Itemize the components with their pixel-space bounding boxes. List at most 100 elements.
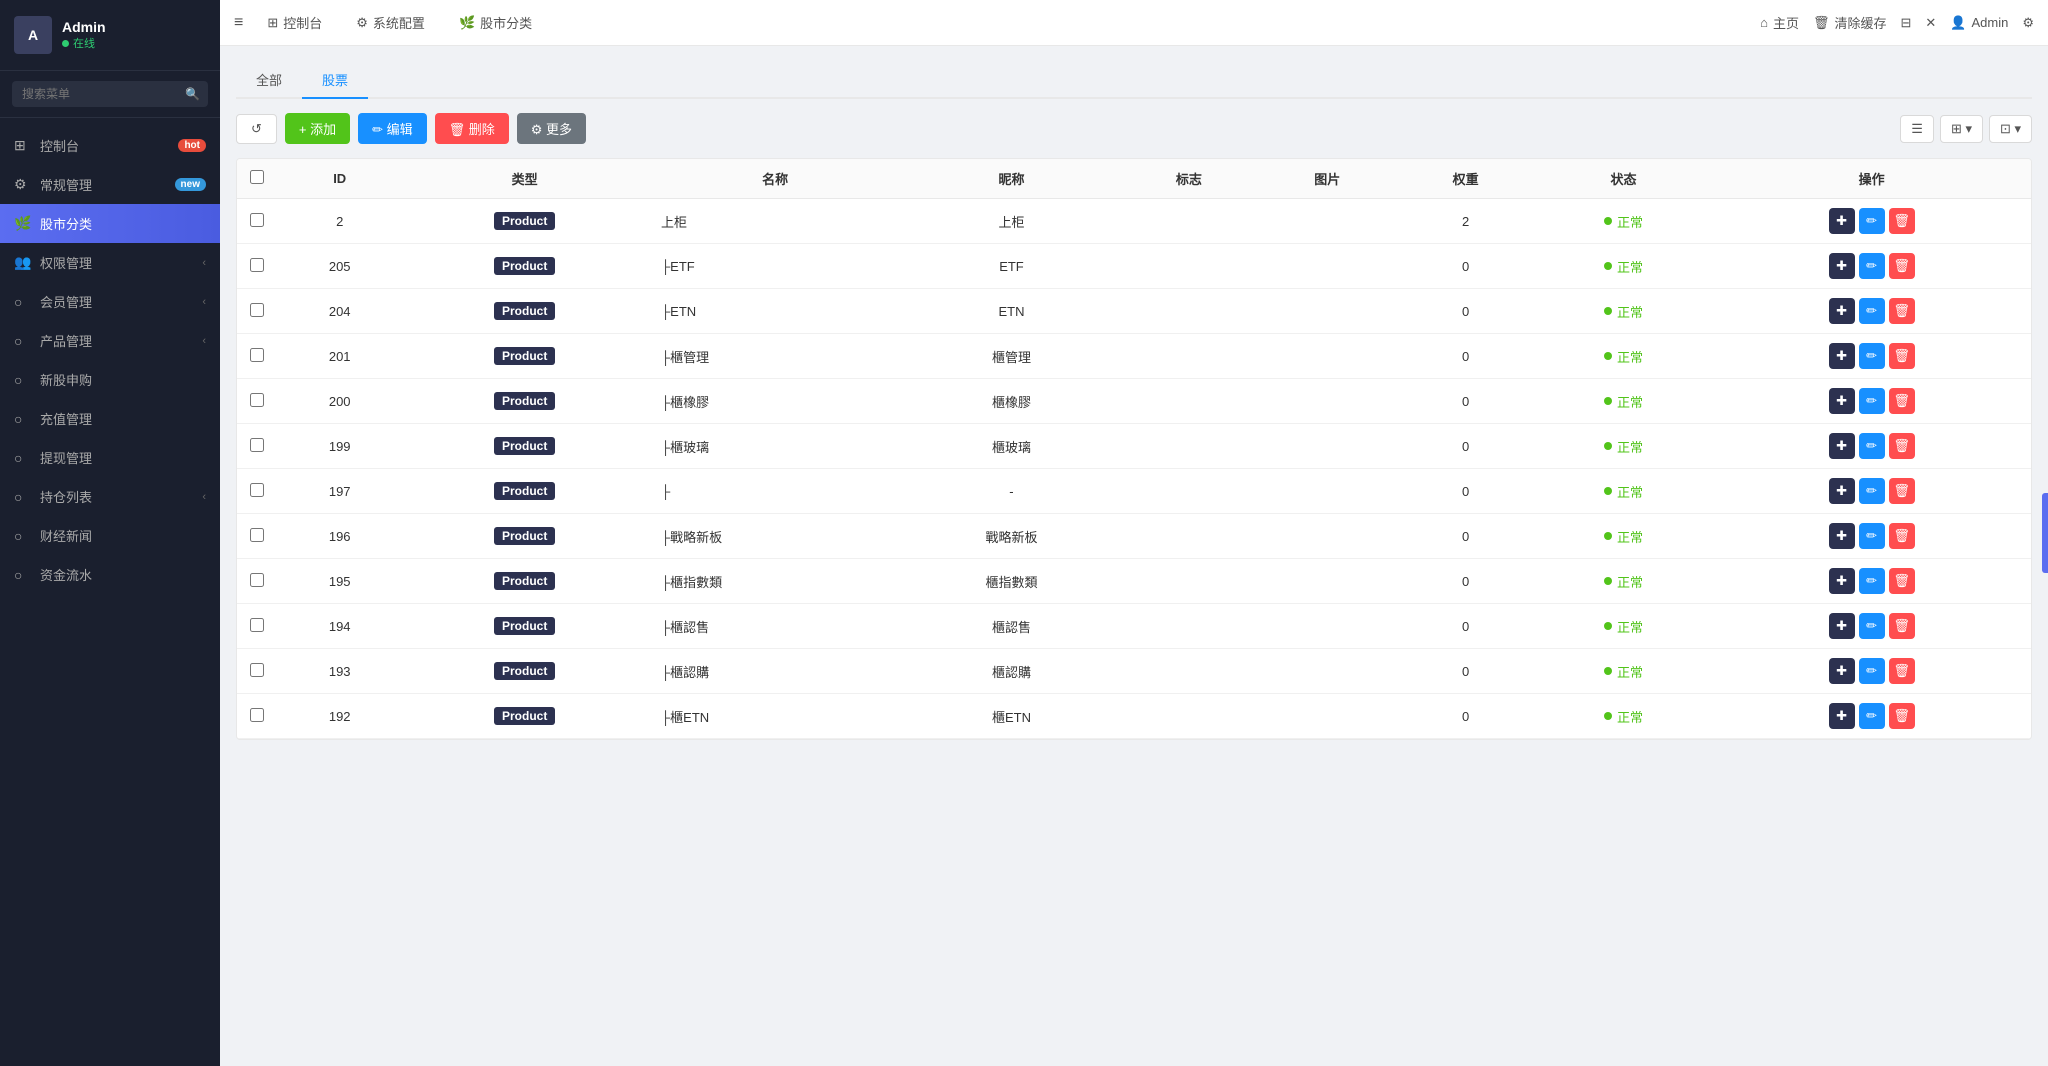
user-nav-item[interactable]: 👤 Admin [1950,15,2008,31]
row-id: 204 [277,289,402,334]
row-add-button[interactable]: ✚ [1829,388,1855,414]
row-checkbox[interactable] [250,528,264,542]
row-delete-button[interactable]: 🗑 [1889,253,1915,279]
screen-nav-item[interactable]: ⊟ [1900,15,1911,31]
select-all-checkbox[interactable] [250,170,264,184]
row-add-button[interactable]: ✚ [1829,703,1855,729]
product-badge: Product [494,212,555,230]
row-add-button[interactable]: ✚ [1829,433,1855,459]
row-edit-button[interactable]: ✏ [1859,523,1885,549]
sidebar-item-recharge[interactable]: ○ 充值管理 [0,399,220,438]
row-delete-button[interactable]: 🗑 [1889,298,1915,324]
sidebar-item-label: 充值管理 [40,409,206,428]
row-delete-button[interactable]: 🗑 [1889,613,1915,639]
row-weight: 0 [1396,559,1534,604]
delete-button[interactable]: 🗑 删除 [435,113,509,144]
row-checkbox[interactable] [250,258,264,272]
row-edit-button[interactable]: ✏ [1859,658,1885,684]
sidebar-item-dashboard[interactable]: ⊞ 控制台 hot [0,126,220,165]
add-button[interactable]: + 添加 [285,113,350,144]
row-checkbox[interactable] [250,618,264,632]
row-delete-button[interactable]: 🗑 [1889,388,1915,414]
table-view-button[interactable]: ☰ [1900,115,1934,143]
row-nickname: - [903,469,1120,514]
sidebar-item-cashflow[interactable]: ○ 资金流水 [0,555,220,594]
sidebar-item-permissions[interactable]: 👥 权限管理 ‹ [0,243,220,282]
row-add-button[interactable]: ✚ [1829,478,1855,504]
sidebar-item-products[interactable]: ○ 产品管理 ‹ [0,321,220,360]
row-logo [1120,289,1258,334]
col-nickname: 昵称 [903,159,1120,199]
row-add-button[interactable]: ✚ [1829,253,1855,279]
row-checkbox[interactable] [250,393,264,407]
status-badge: 正常 [1604,302,1643,321]
row-checkbox[interactable] [250,348,264,362]
tab-dashboard[interactable]: ⊞ 控制台 [257,9,332,36]
row-add-button[interactable]: ✚ [1829,568,1855,594]
row-delete-button[interactable]: 🗑 [1889,208,1915,234]
row-edit-button[interactable]: ✏ [1859,343,1885,369]
fullscreen-nav-item[interactable]: ✕ [1925,15,1936,31]
row-checkbox[interactable] [250,483,264,497]
chevron-right-icon: ‹ [202,296,206,308]
sidebar-item-finance-news[interactable]: ○ 财经新闻 [0,516,220,555]
row-add-button[interactable]: ✚ [1829,298,1855,324]
tab-stockcat[interactable]: 🌿 股市分类 [449,9,542,36]
row-type: Product [402,334,647,379]
row-edit-button[interactable]: ✏ [1859,703,1885,729]
subtab-all[interactable]: 全部 [236,62,302,99]
sidebar-item-general[interactable]: ⚙ 常规管理 new [0,165,220,204]
row-edit-button[interactable]: ✏ [1859,613,1885,639]
row-id: 196 [277,514,402,559]
subtab-stocks[interactable]: 股票 [302,62,368,99]
row-name: ├櫃指數類 [647,559,903,604]
row-status: 正常 [1535,379,1712,424]
home-nav-item[interactable]: ⌂ 主页 [1760,13,1799,32]
row-add-button[interactable]: ✚ [1829,658,1855,684]
more-button[interactable]: ⚙ 更多 [517,113,586,144]
hamburger-icon[interactable]: ≡ [234,14,243,32]
sidebar-item-members[interactable]: ○ 会员管理 ‹ [0,282,220,321]
settings-nav-item[interactable]: ⚙ [2022,15,2034,31]
row-image [1258,244,1396,289]
sidebar-item-ipo[interactable]: ○ 新股申购 [0,360,220,399]
sidebar-item-withdraw[interactable]: ○ 提现管理 [0,438,220,477]
export-button[interactable]: ⊡ ▾ [1989,115,2032,143]
search-icon: 🔍 [185,87,200,101]
sidebar-item-positions[interactable]: ○ 持仓列表 ‹ [0,477,220,516]
search-input[interactable] [12,81,208,107]
row-delete-button[interactable]: 🗑 [1889,478,1915,504]
row-checkbox[interactable] [250,663,264,677]
row-edit-button[interactable]: ✏ [1859,433,1885,459]
row-edit-button[interactable]: ✏ [1859,208,1885,234]
row-add-button[interactable]: ✚ [1829,343,1855,369]
row-delete-button[interactable]: 🗑 [1889,433,1915,459]
row-checkbox[interactable] [250,303,264,317]
tab-sysconfig[interactable]: ⚙ 系统配置 [346,9,435,36]
row-add-button[interactable]: ✚ [1829,208,1855,234]
row-delete-button[interactable]: 🗑 [1889,703,1915,729]
row-edit-button[interactable]: ✏ [1859,298,1885,324]
stockcat-tab-icon: 🌿 [459,15,475,31]
row-delete-button[interactable]: 🗑 [1889,568,1915,594]
row-delete-button[interactable]: 🗑 [1889,523,1915,549]
edit-button[interactable]: ✏ 编辑 [358,113,427,144]
row-checkbox[interactable] [250,573,264,587]
row-checkbox[interactable] [250,438,264,452]
row-edit-button[interactable]: ✏ [1859,253,1885,279]
row-edit-button[interactable]: ✏ [1859,388,1885,414]
clear-cache-nav-item[interactable]: 🗑 清除缓存 [1813,13,1887,32]
product-badge: Product [494,572,555,590]
row-add-button[interactable]: ✚ [1829,523,1855,549]
row-add-button[interactable]: ✚ [1829,613,1855,639]
row-delete-button[interactable]: 🗑 [1889,658,1915,684]
refresh-button[interactable]: ↺ [236,114,277,144]
row-delete-button[interactable]: 🗑 [1889,343,1915,369]
sidebar-item-label: 权限管理 [40,253,202,272]
sidebar-item-stock-category[interactable]: 🌿 股市分类 [0,204,220,243]
row-checkbox[interactable] [250,213,264,227]
row-edit-button[interactable]: ✏ [1859,478,1885,504]
row-checkbox[interactable] [250,708,264,722]
grid-view-button[interactable]: ⊞ ▾ [1940,115,1983,143]
row-edit-button[interactable]: ✏ [1859,568,1885,594]
